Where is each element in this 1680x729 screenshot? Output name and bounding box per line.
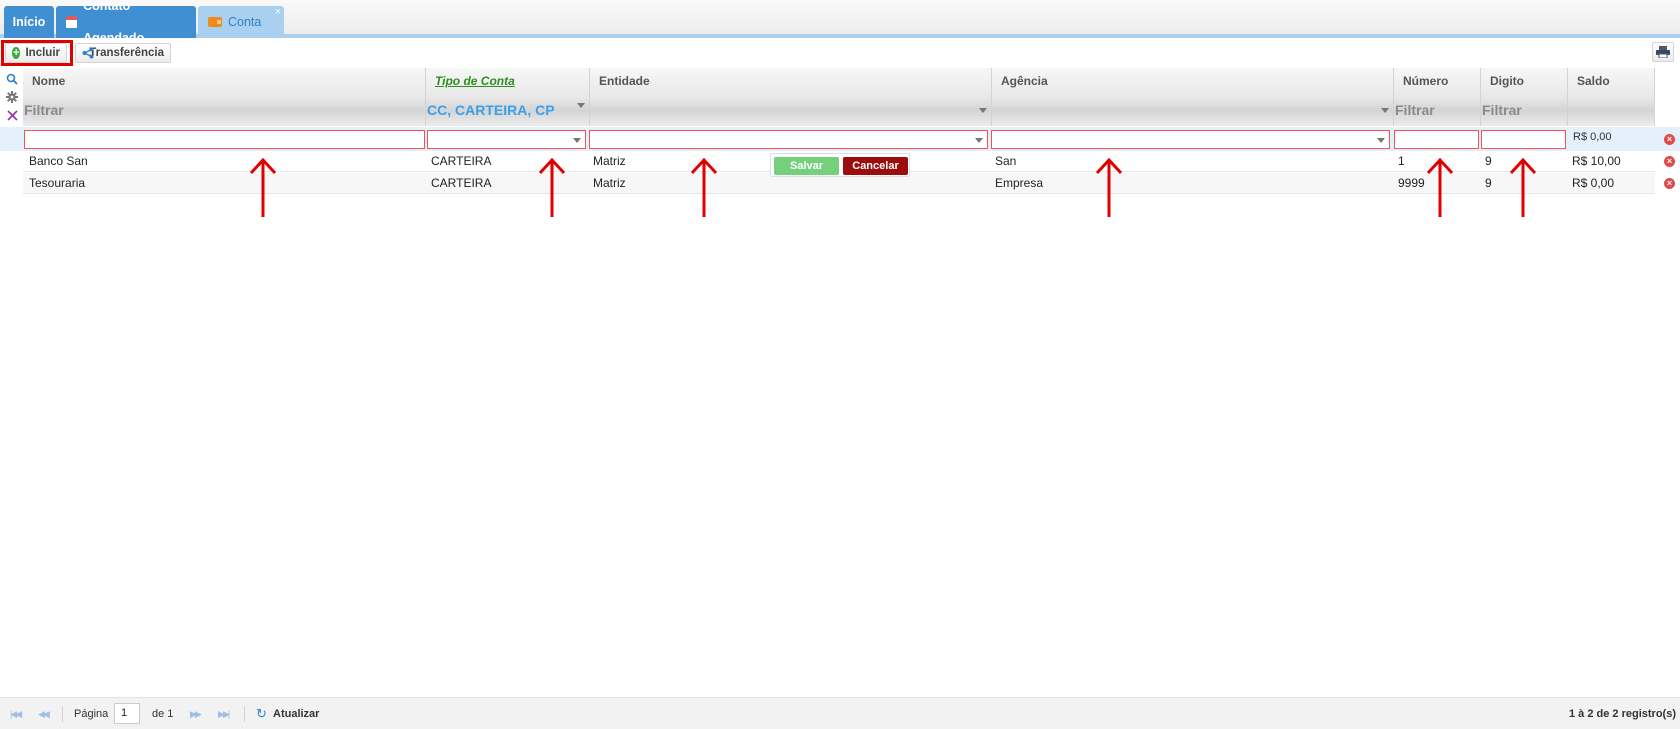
records-summary: 1 à 2 de 2 registro(s) <box>1569 708 1676 720</box>
column-header-digito[interactable]: Digito <box>1481 68 1568 95</box>
salvar-button[interactable]: Salvar <box>774 157 839 175</box>
delete-row-icon[interactable]: × <box>1664 178 1675 189</box>
filter-tipo-conta[interactable]: CC, CARTEIRA, CP <box>426 95 590 126</box>
entidade-select[interactable] <box>589 130 988 149</box>
prev-page-icon[interactable]: ◀◀ <box>38 709 50 720</box>
chevron-down-icon <box>1377 138 1385 143</box>
grid-side-tools <box>4 70 20 124</box>
refresh-button[interactable]: Atualizar <box>273 708 319 720</box>
numero-input[interactable] <box>1394 130 1479 149</box>
page-label: Página <box>74 708 109 720</box>
next-page-icon[interactable]: ▶▶ <box>190 709 202 720</box>
tab-contato-agendado[interactable]: Contato Agendado <box>56 0 196 45</box>
cell-nome: Banco San <box>29 154 88 168</box>
incluir-button[interactable]: + Incluir <box>5 43 67 63</box>
wallet-icon <box>208 17 222 27</box>
tab-conta[interactable]: Conta × <box>198 6 284 38</box>
printer-icon <box>1656 46 1670 58</box>
clear-filter-icon[interactable] <box>4 106 20 124</box>
cell-agencia: Empresa <box>995 176 1044 190</box>
cell-digito: 9 <box>1485 154 1492 168</box>
filter-numero[interactable]: Filtrar <box>1394 95 1481 126</box>
column-header-numero[interactable]: Número <box>1394 68 1481 95</box>
nome-input[interactable] <box>24 130 425 149</box>
filter-nome[interactable]: Filtrar <box>23 95 426 126</box>
chevron-down-icon <box>573 138 581 143</box>
tab-label: Conta <box>228 15 262 29</box>
cell-agencia: San <box>995 154 1017 168</box>
row-edit-actions: Salvar Cancelar <box>770 153 910 177</box>
cell-saldo: R$ 10,00 <box>1572 154 1621 168</box>
cell-digito: 9 <box>1485 176 1492 190</box>
calendar-icon <box>66 16 78 28</box>
column-header-agencia[interactable]: Agência <box>992 68 1394 95</box>
transferencia-label: Transferência <box>89 47 164 59</box>
chevron-down-icon <box>975 138 983 143</box>
cancelar-button[interactable]: Cancelar <box>843 157 908 175</box>
transferencia-button[interactable]: Transferência <box>75 43 171 63</box>
page-number-input[interactable]: 1 <box>114 703 140 724</box>
pager-bar: |◀◀ ◀◀ Página 1 de 1 ▶▶ ▶▶| ↻ Atualizar … <box>0 697 1680 729</box>
filter-agencia[interactable] <box>992 95 1394 126</box>
chevron-down-icon <box>979 108 987 113</box>
share-icon <box>82 47 94 59</box>
incluir-label: Incluir <box>25 47 60 59</box>
print-button[interactable] <box>1652 42 1674 62</box>
cell-tipo: CARTEIRA <box>431 176 492 190</box>
tab-label: Início <box>12 15 46 29</box>
column-header-tipo-conta[interactable]: Tipo de Conta <box>426 68 590 95</box>
digito-input[interactable] <box>1481 130 1566 149</box>
close-tab-icon[interactable]: × <box>275 0 281 28</box>
cell-entidade: Matriz <box>593 176 626 190</box>
cell-nome: Tesouraria <box>29 176 86 190</box>
cell-entidade: Matriz <box>593 154 626 168</box>
tab-bar: Início Contato Agendado Conta × <box>0 0 1680 45</box>
column-header-nome[interactable]: Nome <box>23 68 426 95</box>
toolbar: + Incluir Transferência <box>0 40 1680 66</box>
cell-numero: 9999 <box>1398 176 1425 190</box>
chevron-down-icon <box>1381 108 1389 113</box>
chevron-down-icon <box>577 103 585 108</box>
tipo-conta-select[interactable] <box>427 130 586 149</box>
column-header-saldo[interactable]: Saldo <box>1568 68 1655 95</box>
cell-numero: 1 <box>1398 154 1405 168</box>
cell-tipo: CARTEIRA <box>431 154 492 168</box>
gear-icon[interactable] <box>4 88 20 106</box>
cell-saldo: R$ 0,00 <box>1572 176 1615 190</box>
search-icon[interactable] <box>4 70 20 88</box>
saldo-value: R$ 0,00 <box>1573 131 1612 143</box>
separator <box>62 706 63 722</box>
separator <box>244 706 245 722</box>
new-record-row: R$ 0,00 × <box>0 127 1680 151</box>
agencia-select[interactable] <box>991 130 1390 149</box>
filter-saldo <box>1568 95 1655 126</box>
add-icon: + <box>12 47 21 59</box>
refresh-icon[interactable]: ↻ <box>256 706 267 722</box>
page-count: de 1 <box>152 708 174 720</box>
column-header-entidade[interactable]: Entidade <box>590 68 992 95</box>
delete-row-icon[interactable]: × <box>1664 156 1675 167</box>
remove-row-icon[interactable]: × <box>1664 134 1675 145</box>
last-page-icon[interactable]: ▶▶| <box>218 709 230 720</box>
filter-tipo-conta-value: CC, CARTEIRA, CP <box>427 102 555 118</box>
filter-digito[interactable]: Filtrar <box>1481 95 1568 126</box>
app-root: Início Contato Agendado Conta × + Inclui… <box>0 0 1680 729</box>
filter-entidade[interactable] <box>590 95 992 126</box>
tab-inicio[interactable]: Início <box>4 6 54 38</box>
first-page-icon[interactable]: |◀◀ <box>10 709 22 720</box>
